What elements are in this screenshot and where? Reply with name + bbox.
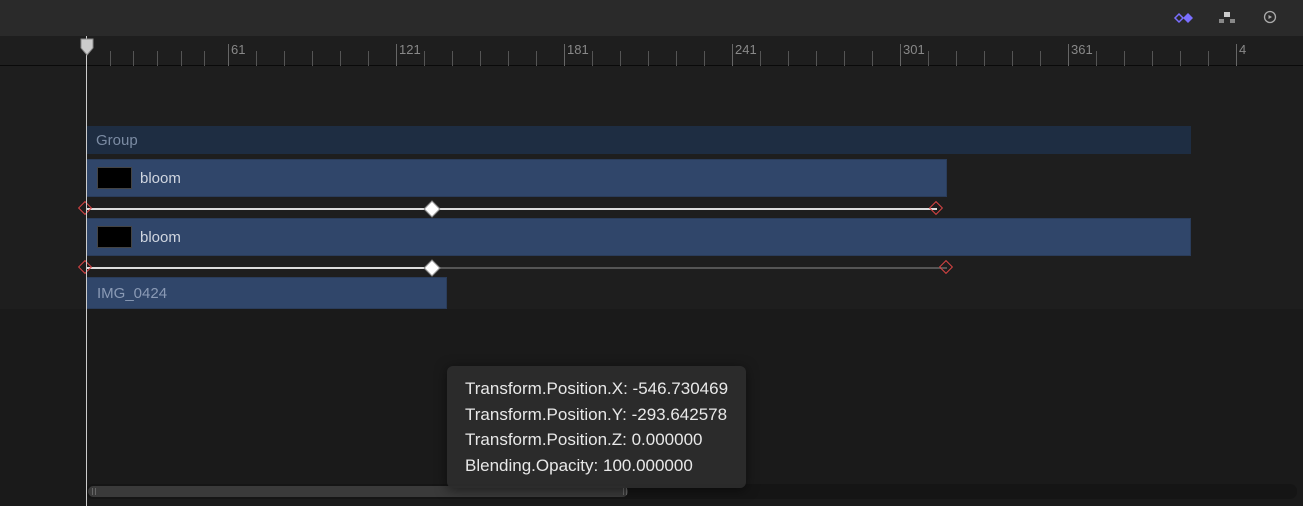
ruler-minor-tick	[984, 51, 985, 66]
ruler-minor-tick	[110, 51, 111, 66]
keyframe-lane-2[interactable]	[86, 259, 1303, 277]
track-bloom-1: bloom	[86, 159, 1303, 197]
clip-bloom-2[interactable]: bloom	[86, 218, 1191, 256]
ruler-minor-tick	[1208, 51, 1209, 66]
ruler-minor-tick	[340, 51, 341, 66]
preview-play-button[interactable]	[1259, 6, 1283, 30]
clip-label: IMG_0424	[97, 285, 167, 302]
ruler-label: 301	[903, 42, 925, 57]
ruler-minor-tick	[760, 51, 761, 66]
ruler-tick	[1236, 44, 1237, 66]
ruler-minor-tick	[508, 51, 509, 66]
ruler-tick	[732, 44, 733, 66]
ruler-minor-tick	[648, 51, 649, 66]
keyframe-selected[interactable]	[426, 262, 438, 274]
clip-label: Group	[96, 132, 138, 149]
ruler-minor-tick	[872, 51, 873, 66]
clip-label: bloom	[140, 229, 181, 246]
ruler-minor-tick	[704, 51, 705, 66]
keyframe[interactable]	[931, 203, 943, 215]
clip-img-0424[interactable]: IMG_0424	[86, 277, 447, 309]
keyframe-tooltip: Transform.Position.X: -546.730469 Transf…	[447, 366, 746, 488]
ruler-minor-tick	[788, 51, 789, 66]
ruler-minor-tick	[284, 51, 285, 66]
keyframe-curve-dim	[432, 267, 947, 269]
ruler-minor-tick	[536, 51, 537, 66]
tooltip-row: Transform.Position.Y: -293.642578	[465, 402, 728, 428]
ruler-minor-tick	[928, 51, 929, 66]
ruler-minor-tick	[816, 51, 817, 66]
ruler-minor-tick	[181, 51, 182, 66]
ruler-minor-tick	[133, 51, 134, 66]
ruler-minor-tick	[312, 51, 313, 66]
ruler-minor-tick	[157, 51, 158, 66]
ruler-minor-tick	[452, 51, 453, 66]
tooltip-row: Transform.Position.X: -546.730469	[465, 376, 728, 402]
ruler-minor-tick	[844, 51, 845, 66]
ruler-minor-tick	[592, 51, 593, 66]
keyframe-curve	[86, 267, 432, 269]
ruler-minor-tick	[1180, 51, 1181, 66]
ruler-minor-tick	[1124, 51, 1125, 66]
timeline-toolbar	[0, 0, 1303, 36]
ruler-minor-tick	[1152, 51, 1153, 66]
ruler-minor-tick	[1012, 51, 1013, 66]
ruler-minor-tick	[956, 51, 957, 66]
clip-thumbnail	[97, 167, 132, 189]
tooltip-row: Transform.Position.Z: 0.000000	[465, 427, 728, 453]
timeline-ruler[interactable]: 61 121 181 241 301 361 4	[0, 36, 1303, 66]
scrollbar-grip-right-icon	[623, 488, 624, 495]
ruler-minor-tick	[368, 51, 369, 66]
keyframe[interactable]	[941, 262, 953, 274]
ruler-label: 121	[399, 42, 421, 57]
playhead-line[interactable]	[86, 36, 87, 506]
keyframe-tool-button[interactable]	[1171, 6, 1195, 30]
track-bloom-2: bloom	[86, 218, 1303, 256]
keyframe-curve	[86, 208, 937, 210]
ruler-minor-tick	[480, 51, 481, 66]
ruler-tick	[228, 44, 229, 66]
ruler-label: 241	[735, 42, 757, 57]
clip-bloom-1[interactable]: bloom	[86, 159, 947, 197]
playhead-marker[interactable]	[80, 38, 94, 61]
ruler-minor-tick	[1040, 51, 1041, 66]
ruler-label: 361	[1071, 42, 1093, 57]
clip-thumbnail	[97, 226, 132, 248]
ruler-minor-tick	[256, 51, 257, 66]
ruler-tick	[900, 44, 901, 66]
clip-group[interactable]: Group	[86, 126, 1191, 154]
keyframe[interactable]	[426, 203, 438, 215]
ruler-minor-tick	[676, 51, 677, 66]
markers-tool-button[interactable]	[1215, 6, 1239, 30]
track-img: IMG_0424	[86, 277, 1303, 309]
ruler-label: 61	[231, 42, 245, 57]
ruler-minor-tick	[204, 51, 205, 66]
track-group: Group	[86, 126, 1303, 156]
clip-label: bloom	[140, 170, 181, 187]
ruler-tick	[396, 44, 397, 66]
ruler-label: 181	[567, 42, 589, 57]
timeline-tracks: Group bloom bloom	[0, 66, 1303, 309]
scrollbar-grip-left-icon	[92, 488, 93, 495]
tooltip-row: Blending.Opacity: 100.000000	[465, 453, 728, 479]
ruler-minor-tick	[1096, 51, 1097, 66]
ruler-minor-tick	[620, 51, 621, 66]
timeline: 61 121 181 241 301 361 4 Group bloom	[0, 36, 1303, 309]
ruler-label: 4	[1239, 42, 1246, 57]
ruler-minor-tick	[424, 51, 425, 66]
ruler-tick	[564, 44, 565, 66]
ruler-tick	[1068, 44, 1069, 66]
keyframe-lane-1[interactable]	[86, 200, 1303, 218]
